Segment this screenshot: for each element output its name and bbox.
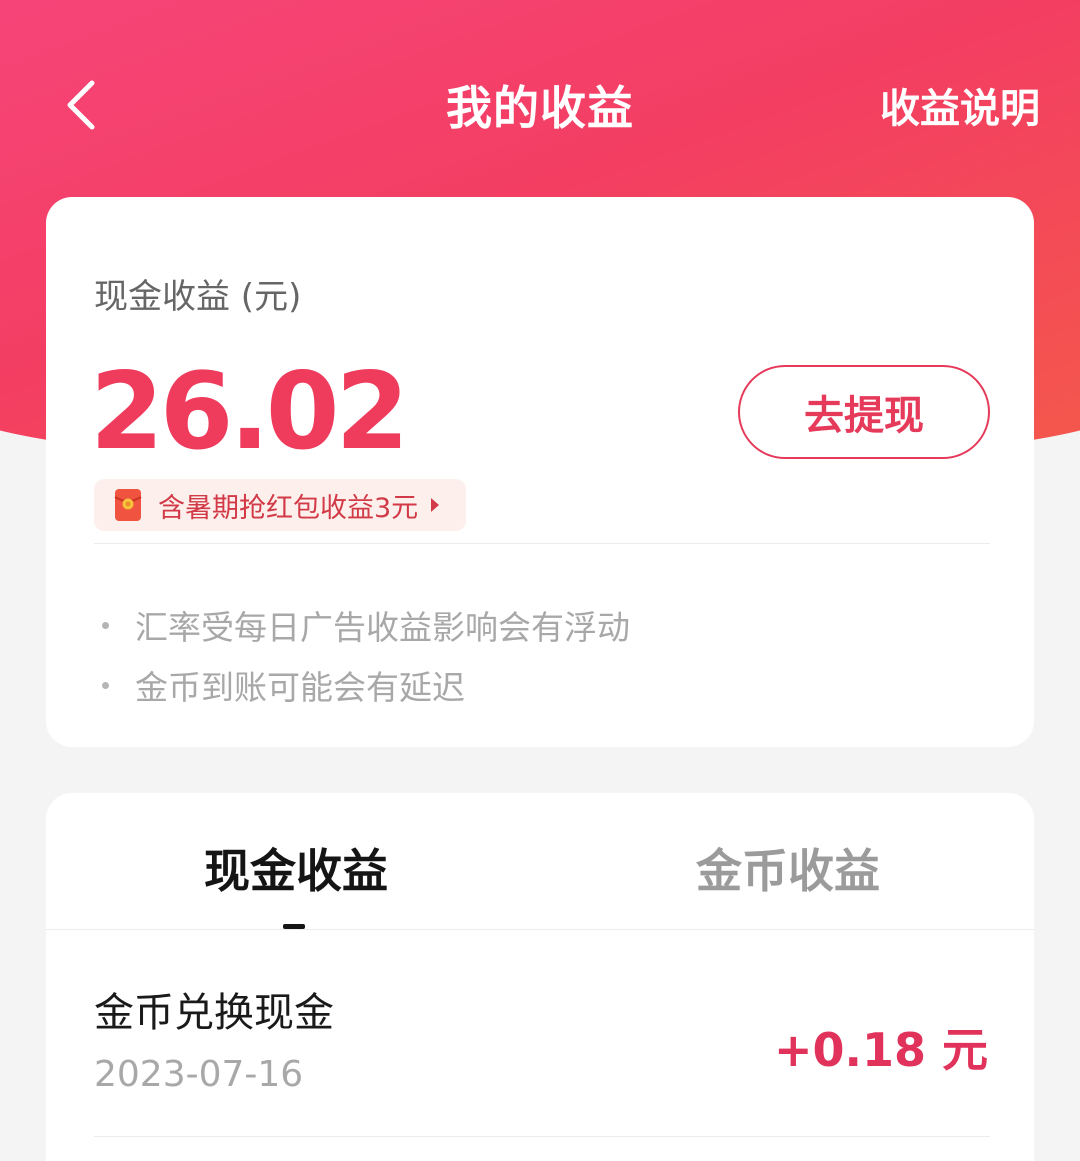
top-navigation-bar: 我的收益 收益说明: [0, 0, 1080, 200]
cash-earnings-summary-card: 现金收益 (元) 26.02 去提现 含暑期抢红包收益3元 汇率受每日广告收益影…: [46, 197, 1034, 747]
notes-list: 汇率受每日广告收益影响会有浮动 金币到账可能会有延迟: [102, 595, 630, 715]
tab-coin-earnings[interactable]: 金币收益: [688, 835, 888, 901]
note-text: 金币到账可能会有延迟: [135, 668, 465, 707]
balance-label: 现金收益 (元): [94, 277, 302, 317]
divider: [94, 543, 990, 544]
summer-bonus-tag[interactable]: 含暑期抢红包收益3元: [94, 479, 467, 531]
bullet-icon: [102, 621, 109, 629]
earnings-help-link[interactable]: 收益说明: [880, 76, 1040, 134]
note-item: 汇率受每日广告收益影响会有浮动: [102, 595, 630, 655]
earnings-records-card: 现金收益 金币收益 金币兑换现金 2023-07-16 +0.18 元: [46, 793, 1034, 1161]
earnings-page: 我的收益 收益说明 现金收益 (元) 26.02 去提现 含暑期抢红包收益3元 …: [0, 0, 1080, 1161]
note-item: 金币到账可能会有延迟: [102, 655, 630, 715]
red-envelope-icon: [114, 489, 142, 521]
record-amount: +0.18 元: [773, 1023, 988, 1077]
note-text: 汇率受每日广告收益影响会有浮动: [135, 608, 630, 647]
tab-cash-earnings[interactable]: 现金收益: [196, 835, 396, 901]
bullet-icon: [102, 681, 109, 689]
record-date: 2023-07-16: [94, 1054, 304, 1095]
caret-right-icon: [431, 498, 440, 512]
record-row[interactable]: 金币兑换现金 2023-07-16 +0.18 元: [46, 930, 1034, 1137]
withdraw-button[interactable]: 去提现: [738, 365, 990, 459]
balance-amount: 26.02: [90, 350, 409, 473]
divider: [94, 1136, 990, 1137]
bonus-text: 含暑期抢红包收益3元: [158, 492, 419, 524]
record-title: 金币兑换现金: [94, 990, 334, 1036]
